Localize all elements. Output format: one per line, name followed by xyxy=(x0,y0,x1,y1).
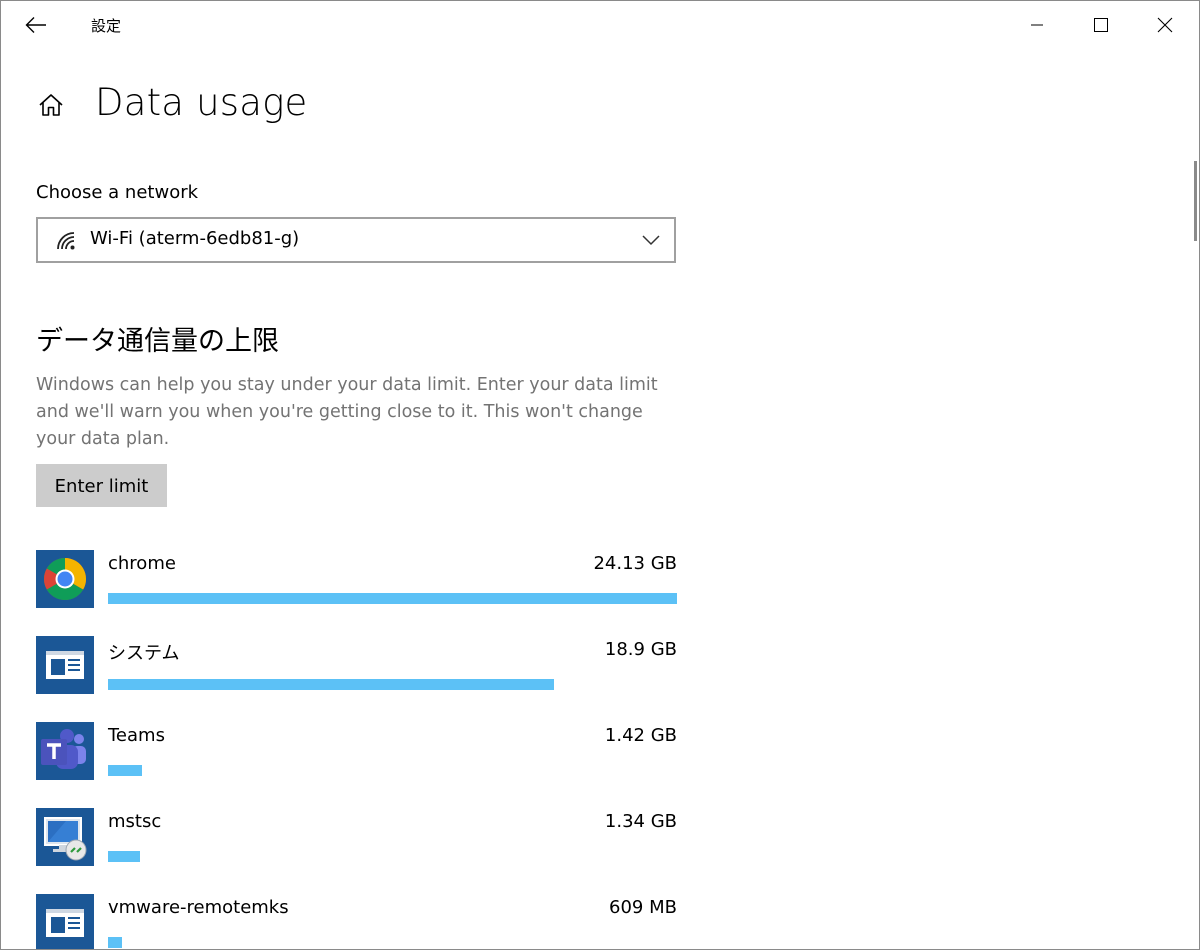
app-usage-row-vmware-remotemks[interactable]: vmware-remotemks 609 MB xyxy=(36,894,677,949)
usage-bar-fill xyxy=(108,851,140,862)
vmware-window-icon xyxy=(36,894,94,949)
network-selected-value: Wi-Fi (aterm-6edb81-g) xyxy=(90,228,300,249)
app-name: vmware-remotemks xyxy=(108,897,289,918)
back-button[interactable] xyxy=(19,11,53,39)
app-name: システム xyxy=(108,643,180,664)
maximize-icon xyxy=(1094,18,1108,32)
app-usage-row-mstsc[interactable]: mstsc 1.34 GB xyxy=(36,808,677,878)
network-label: Choose a network xyxy=(36,182,199,203)
home-icon xyxy=(39,94,63,116)
home-button[interactable] xyxy=(35,89,67,121)
teams-icon xyxy=(36,722,94,780)
app-data-size: 18.9 GB xyxy=(604,639,677,660)
app-usage-row-teams[interactable]: Teams 1.42 GB xyxy=(36,722,677,792)
usage-bar-fill xyxy=(108,679,554,690)
chrome-icon xyxy=(36,550,94,608)
usage-bar xyxy=(108,593,677,604)
app-name: mstsc xyxy=(108,811,162,832)
back-arrow-icon xyxy=(25,17,46,33)
close-button[interactable] xyxy=(1133,1,1197,49)
app-name: chrome xyxy=(108,553,176,574)
settings-window: 設定 Data usage Choose a network Wi-Fi (at… xyxy=(0,0,1200,950)
enter-limit-button[interactable]: Enter limit xyxy=(36,464,167,507)
scrollbar-thumb[interactable] xyxy=(1194,161,1197,241)
chevron-down-icon xyxy=(642,235,660,246)
system-window-icon xyxy=(36,636,94,694)
data-limit-heading: データ通信量の上限 xyxy=(36,326,279,357)
app-data-size: 1.42 GB xyxy=(604,725,677,746)
usage-bar-fill xyxy=(108,937,122,948)
minimize-icon xyxy=(1031,24,1043,26)
app-name: Teams xyxy=(108,725,165,746)
app-usage-row-chrome[interactable]: chrome 24.13 GB xyxy=(36,550,677,620)
app-usage-row-system[interactable]: システム 18.9 GB xyxy=(36,636,677,706)
app-data-size: 1.34 GB xyxy=(604,811,677,832)
data-limit-description: Windows can help you stay under your dat… xyxy=(36,375,658,449)
usage-bar-fill xyxy=(108,593,677,604)
usage-bar xyxy=(108,851,677,862)
minimize-button[interactable] xyxy=(1005,1,1069,49)
usage-bar xyxy=(108,679,677,690)
page-title: Data usage xyxy=(95,81,308,124)
remote-desktop-icon xyxy=(36,808,94,866)
app-data-size: 609 MB xyxy=(609,897,677,918)
close-icon xyxy=(1157,17,1173,33)
usage-bar-fill xyxy=(108,765,142,776)
maximize-button[interactable] xyxy=(1069,1,1133,49)
usage-bar xyxy=(108,765,677,776)
wifi-icon xyxy=(57,232,75,250)
network-dropdown[interactable]: Wi-Fi (aterm-6edb81-g) xyxy=(36,217,676,263)
usage-bar xyxy=(108,937,677,948)
app-title: 設定 xyxy=(91,17,122,35)
title-bar: 設定 xyxy=(1,1,1199,49)
app-data-size: 24.13 GB xyxy=(593,553,677,574)
